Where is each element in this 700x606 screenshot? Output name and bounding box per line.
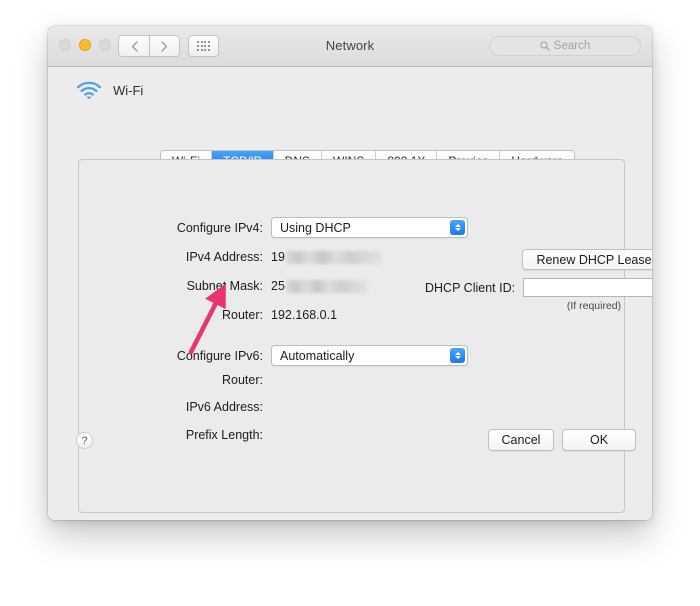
ipv6-router-label: Router:	[222, 373, 263, 387]
cancel-button[interactable]: Cancel	[488, 429, 554, 451]
subnet-mask-row: Subnet Mask: 25	[141, 279, 368, 293]
window-titlebar: Network Search	[48, 26, 652, 67]
dhcp-client-id-label: DHCP Client ID:	[425, 280, 516, 295]
ok-button[interactable]: OK	[562, 429, 636, 451]
search-placeholder: Search	[553, 40, 591, 52]
ipv4-address-row: IPv4 Address: 19	[141, 250, 382, 264]
dhcp-client-id-row: DHCP Client ID:	[425, 278, 652, 297]
ipv6-router-row: Router:	[141, 373, 271, 387]
search-field[interactable]: Search	[489, 36, 641, 56]
network-preferences-window: Network Search Wi-Fi Wi-Fi TCP/IP DNS W	[48, 26, 652, 520]
ipv4-address-label: IPv4 Address:	[185, 250, 263, 264]
chevron-updown-icon	[450, 220, 465, 235]
ipv4-address-value: 19	[271, 250, 285, 264]
ipv4-address-redaction	[285, 250, 382, 264]
configure-ipv6-row: Configure IPv6: Automatically	[141, 345, 468, 366]
ipv6-address-row: IPv6 Address:	[141, 400, 271, 414]
service-name: Wi-Fi	[113, 83, 144, 98]
configure-ipv6-label: Configure IPv6:	[176, 348, 263, 363]
prefix-length-label: Prefix Length:	[185, 428, 263, 442]
configure-ipv6-dropdown[interactable]: Automatically	[271, 345, 468, 366]
configure-ipv4-value: Using DHCP	[280, 220, 351, 235]
search-icon	[540, 41, 550, 51]
subnet-mask-redaction	[285, 279, 368, 293]
configure-ipv4-dropdown[interactable]: Using DHCP	[271, 217, 468, 238]
ipv4-router-row: Router: 192.168.0.1	[141, 308, 337, 322]
wifi-icon	[76, 81, 102, 100]
service-header: Wi-Fi	[76, 81, 143, 100]
help-button[interactable]: ?	[76, 432, 93, 449]
subnet-mask-value: 25	[271, 279, 285, 293]
dhcp-client-id-hint: (If required)	[566, 300, 622, 312]
configure-ipv6-value: Automatically	[280, 348, 355, 363]
ipv6-address-label: IPv6 Address:	[185, 400, 263, 414]
prefix-length-row: Prefix Length:	[141, 428, 271, 442]
dhcp-client-id-input[interactable]	[523, 278, 652, 297]
configure-ipv4-label: Configure IPv4:	[176, 220, 263, 235]
chevron-updown-icon	[450, 348, 465, 363]
subnet-mask-label: Subnet Mask:	[186, 279, 263, 293]
tcpip-settings-panel: Configure IPv4: Using DHCP IPv4 Address:…	[78, 159, 652, 513]
renew-dhcp-lease-button[interactable]: Renew DHCP Lease	[522, 249, 652, 270]
configure-ipv4-row: Configure IPv4: Using DHCP	[141, 217, 468, 238]
window-body: Wi-Fi Wi-Fi TCP/IP DNS WINS 802.1X Proxi…	[48, 67, 652, 520]
ipv4-router-value: 192.168.0.1	[271, 308, 338, 322]
ipv4-router-label: Router:	[222, 308, 263, 322]
